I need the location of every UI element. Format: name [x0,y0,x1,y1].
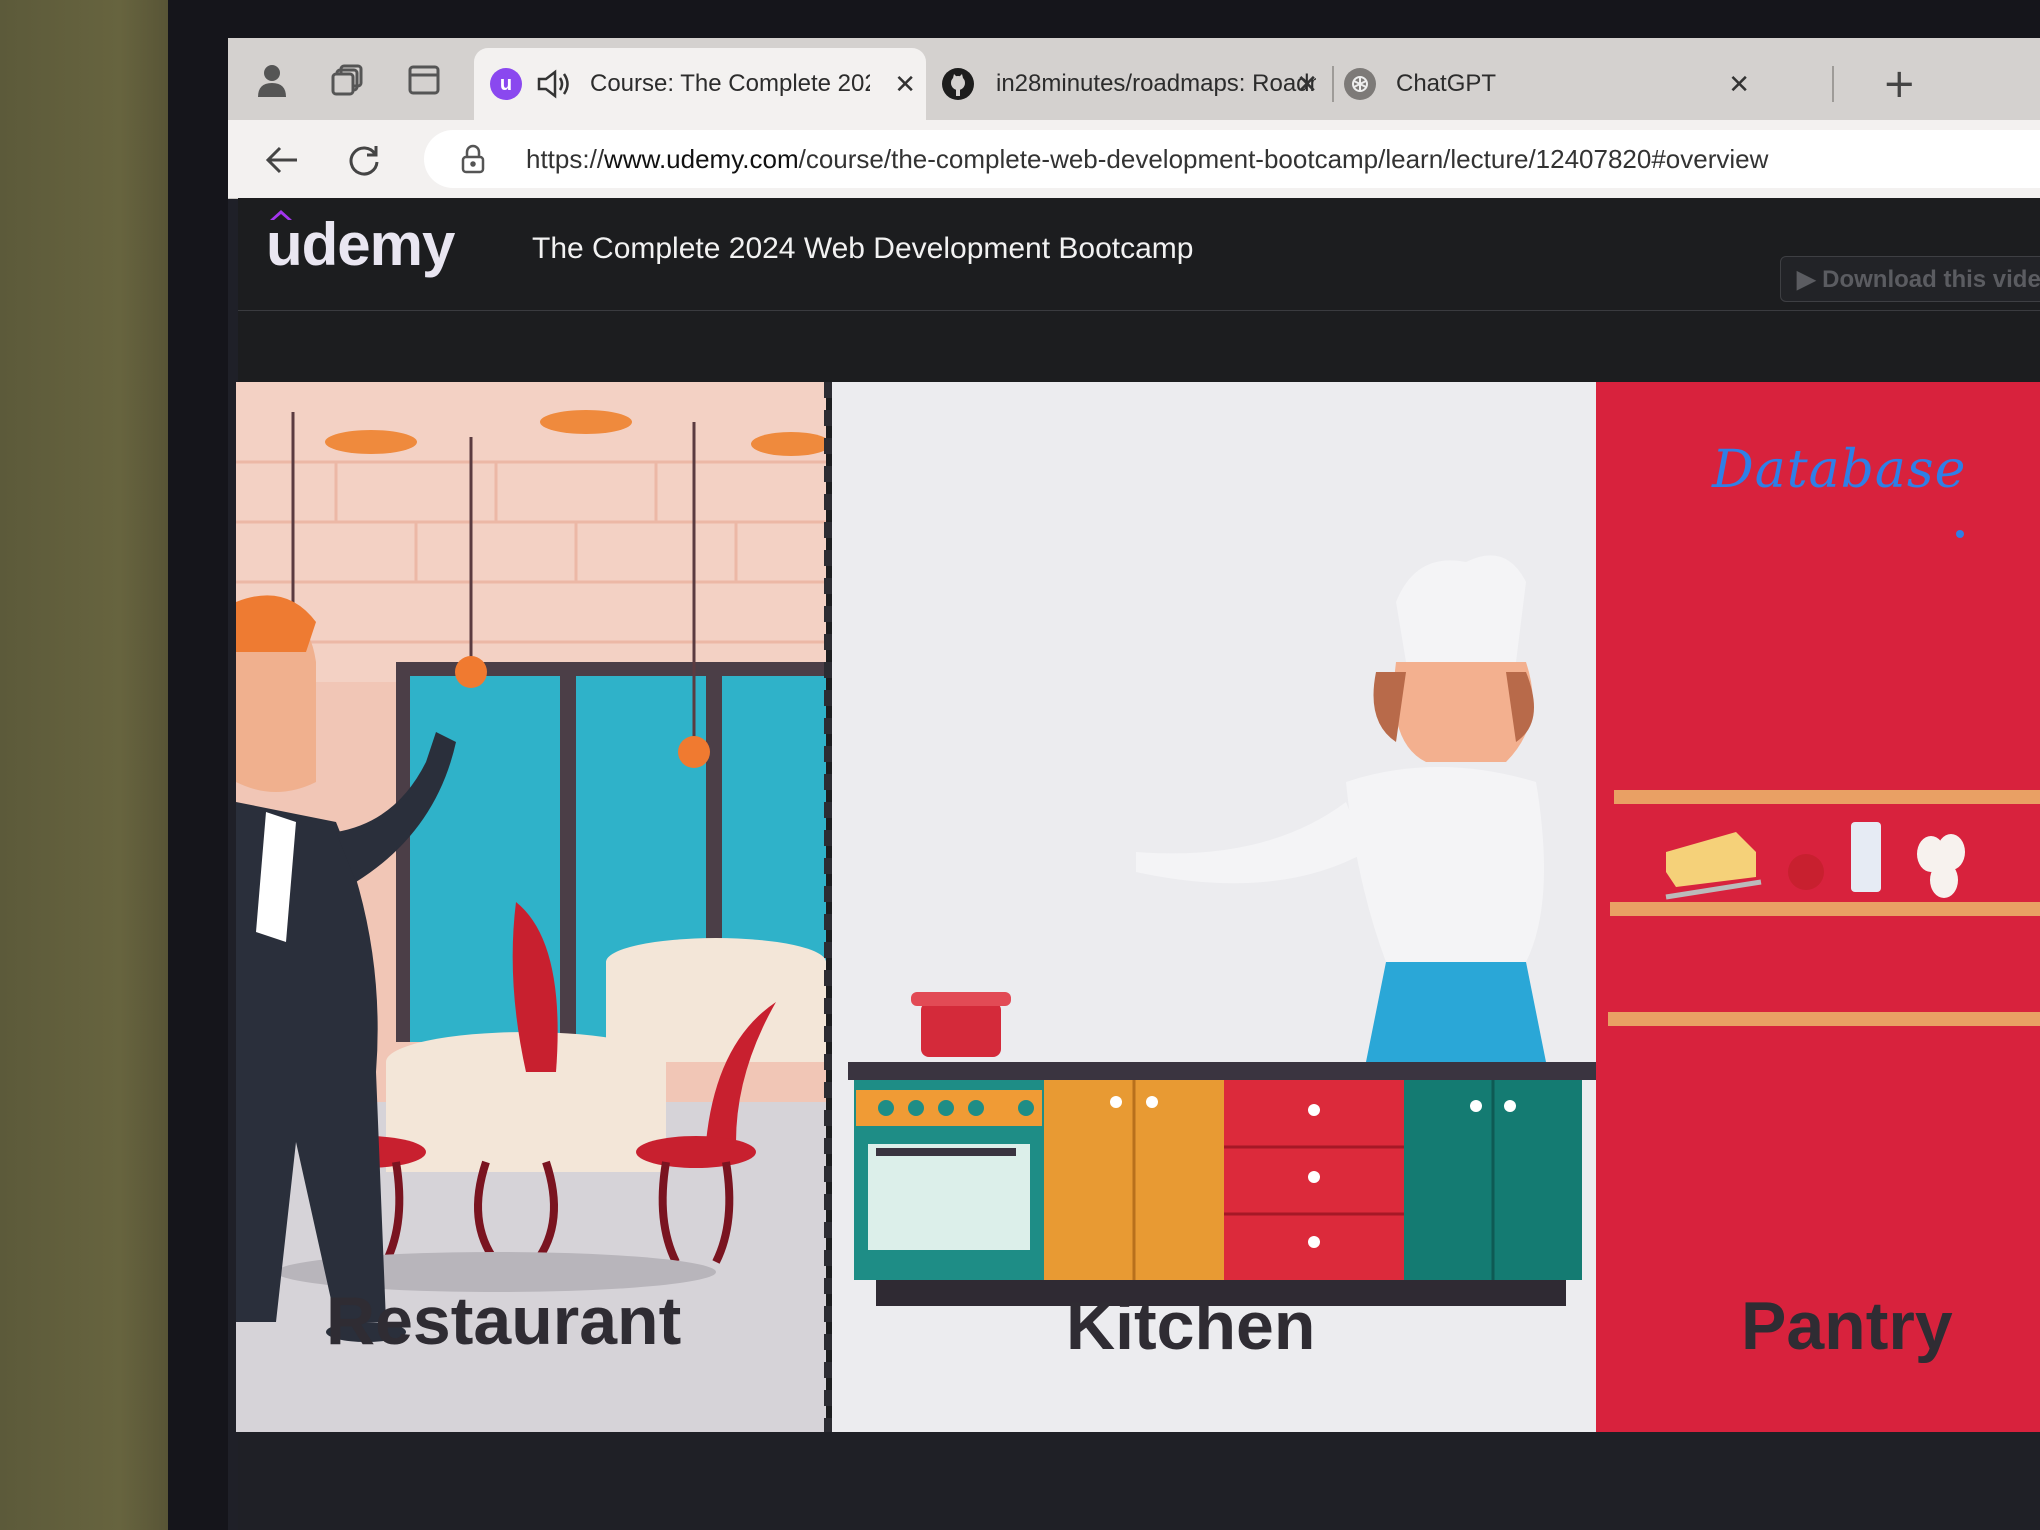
vertical-tabs-icon[interactable] [404,60,444,100]
screen: u Course: The Complete 2024 ✕ in28minute… [228,38,2040,1530]
workspaces-icon[interactable] [328,60,368,100]
tab-close-button[interactable]: ✕ [1728,69,1750,100]
database-annotation: Database [1712,440,1967,500]
lock-icon[interactable] [460,144,486,174]
tab-udemy-course[interactable]: u Course: The Complete 2024 ✕ [474,48,926,120]
udemy-favicon: u [490,68,522,100]
download-video-button[interactable]: ▶ Download this video [1780,256,2040,302]
kitchen-label: Kitchen [1066,1288,1316,1364]
github-favicon [942,68,974,100]
url-domain: www.udemy.com [604,143,799,174]
pantry-label: Pantry [1741,1288,1953,1364]
speaker-icon[interactable] [536,66,572,102]
tab-close-button[interactable]: ✕ [1296,69,1318,100]
restaurant-panel [236,382,831,1432]
tab-github-roadmaps[interactable]: in28minutes/roadmaps: Roadmap ✕ [928,48,1328,120]
tab-chatgpt[interactable]: ChatGPT ✕ [1340,48,1760,120]
video-player[interactable]: Database Restaurant Kitchen Pantry [236,382,2040,1432]
course-title[interactable]: The Complete 2024 Web Development Bootca… [532,232,1193,266]
tab-strip: u Course: The Complete 2024 ✕ in28minute… [228,38,2040,120]
pantry-panel [1596,382,2040,1432]
course-header: udemy The Complete 2024 Web Development … [238,198,2040,311]
tab-title: ChatGPT [1396,70,1497,97]
url-path: /course/the-complete-web-development-boo… [798,143,1769,174]
udemy-cap-icon [270,210,292,220]
new-tab-button[interactable]: + [1882,64,1916,104]
player-controls-bar [238,1432,2040,1530]
lecture-illustration [236,382,2040,1432]
address-bar: https://www.udemy.com/course/the-complet… [228,120,2040,199]
udemy-logo-text: udemy [266,211,455,278]
tab-title: Course: The Complete 2024 [590,70,870,97]
udemy-logo[interactable]: udemy [266,210,455,279]
udemy-page: udemy The Complete 2024 Web Development … [236,198,2040,1530]
tab-title: in28minutes/roadmaps: Roadmap [996,70,1316,97]
profile-icon[interactable] [252,60,292,100]
restaurant-label: Restaurant [326,1283,682,1359]
tab-close-button[interactable]: ✕ [894,69,916,100]
tab-divider [1832,66,1834,102]
url-text: https://www.udemy.com/course/the-complet… [526,144,1768,175]
tab-divider [1332,66,1334,102]
url-prefix: https:// [526,143,605,174]
reload-icon[interactable] [344,140,384,180]
back-arrow-icon[interactable] [262,140,302,180]
url-field[interactable]: https://www.udemy.com/course/the-complet… [424,130,2040,188]
chatgpt-favicon [1344,68,1376,100]
